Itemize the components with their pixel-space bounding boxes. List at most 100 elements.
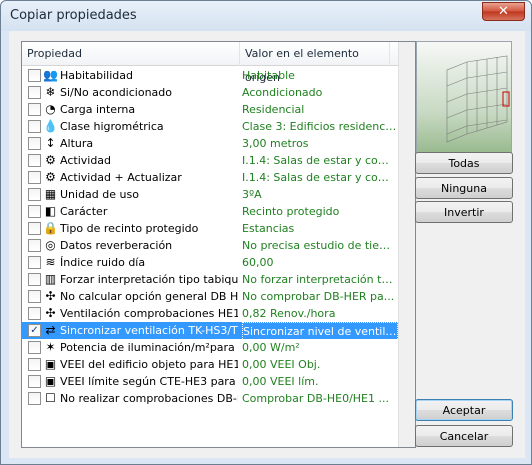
property-value: Estancias [242,222,295,235]
activity-icon: ⚙ [45,153,56,167]
property-value: Residencial [242,103,305,116]
row-checkbox[interactable] [28,290,41,303]
row-checkbox[interactable] [28,273,41,286]
vertical-scrollbar[interactable] [398,42,415,447]
list-item[interactable]: 👥 Habitabilidad Habitable [22,67,400,84]
row-checkbox[interactable] [28,103,41,116]
row-checkbox[interactable] [28,188,41,201]
partition-icon: ▥ [44,272,57,286]
property-label: No realizar comprobaciones DB-HE [60,392,238,405]
building-preview [416,41,512,162]
fan-icon: ✣ [45,289,56,303]
property-label: VEEI del edificio objeto para HE1 [60,358,238,371]
people-icon: 👥 [43,68,58,82]
property-label: Ventilación comprobaciones HE1 [60,307,238,320]
property-value: I.1.4: Salas de estar y com... [242,171,398,184]
list-item[interactable]: ✶ Potencia de iluminación/m²para HE1 0,00 … [22,339,400,356]
cancel-button[interactable]: Cancelar [415,425,513,447]
list-item[interactable]: ≋ Índice ruido día 60,00 [22,254,400,271]
close-button[interactable]: ✕ [482,2,525,21]
row-checkbox[interactable] [28,86,41,99]
property-value: 0,82 Renov./hora [242,307,336,320]
list-item[interactable]: ◔ Carga interna Residencial [22,101,400,118]
property-value: 0,00 W/m² [242,341,300,354]
list-item[interactable]: ⚙ Actividad I.1.4: Salas de estar y com... [22,152,400,169]
property-value: 3,00 metros [242,137,309,150]
property-value: Recinto protegido [242,205,340,218]
gauge-icon: ◔ [45,102,56,116]
window-title: Copiar propiedades [10,8,137,23]
list-item[interactable]: ▣ VEEI del edificio objeto para HE1 0,00 V… [22,356,400,373]
property-label: Clase higrométrica [60,120,164,133]
building-wireframe-icon [446,55,510,143]
cube-icon: ◧ [44,204,57,218]
row-checkbox[interactable] [28,307,41,320]
ventilation-icon: ✣ [45,306,56,320]
list-item[interactable]: 💧 Clase higrométrica Clase 3: Edificios re… [22,118,400,135]
row-checkbox[interactable] [28,375,41,388]
property-label: Si/No acondicionado [60,86,172,99]
list-rows: 👥 Habitabilidad Habitable ❄ Si/No acondicion… [22,67,400,407]
property-value: I.1.4: Salas de estar y com... [242,154,398,167]
row-checkbox[interactable] [28,392,41,405]
dialog-body: Propiedad Valor en el elemento origen 👥 H… [9,31,525,458]
row-checkbox[interactable] [28,154,41,167]
property-value: 0,00 VEEI lím. [242,375,319,388]
veei-icon: ▣ [44,357,57,371]
row-checkbox[interactable] [28,171,41,184]
property-value: No comprobar DB-HER pa... [242,290,395,303]
row-checkbox[interactable] [28,137,41,150]
property-label: Forzar interpretación tipo tabiquería [60,273,238,286]
veei-limit-icon: ▣ [44,374,57,388]
property-label: Sincronizar ventilación TK-HS3/TK-... [60,324,238,337]
list-item[interactable]: ✣ No calcular opción general DB HR No comp… [22,288,400,305]
hvac-icon: ❄ [45,85,56,99]
list-item[interactable]: ☐ No realizar comprobaciones DB-HE Comprob… [22,390,400,407]
column-header-value[interactable]: Valor en el elemento origen [240,42,390,84]
row-checkbox[interactable] [28,222,41,235]
property-label: Unidad de uso [60,188,139,201]
list-item[interactable]: ▦ Unidad de uso 3ºA [22,186,400,203]
row-checkbox[interactable] [28,69,41,82]
property-value: Clase 3: Edificios residenci... [242,120,398,133]
list-item[interactable]: 🔒 Tipo de recinto protegido Estancias [22,220,400,237]
property-label: Actividad [60,154,112,167]
list-item[interactable]: ❄ Si/No acondicionado Acondicionado [22,84,400,101]
row-checkbox[interactable] [28,358,41,371]
close-icon: ✕ [498,4,509,19]
row-checkbox[interactable] [28,120,41,133]
sync-icon: ⇄ [45,323,56,337]
property-value: 3ºA [242,188,262,201]
title-bar: Copiar propiedades ✕ [1,1,531,31]
list-item[interactable]: ✣ Ventilación comprobaciones HE1 0,82 Reno… [22,305,400,322]
list-item[interactable]: ◎ Datos reverberación No precisa estudio d… [22,237,400,254]
list-item[interactable]: ▥Forzar interpretación tipo tabiquería No… [22,271,400,288]
row-checkbox[interactable] [28,256,41,269]
property-value: Habitable [242,69,295,82]
drops-icon: 💧 [43,119,58,133]
list-item[interactable]: ▣VEEI límite según CTE-HE3 para HE1 0,00 … [22,373,400,390]
list-item[interactable]: ◧ Carácter Recinto protegido [22,203,400,220]
activity-update-icon: ⚙ [45,170,56,184]
property-label: VEEI límite según CTE-HE3 para HE1 [60,375,238,388]
row-checkbox[interactable]: ✓ [28,324,41,337]
accept-button[interactable]: Aceptar [415,399,513,421]
row-checkbox[interactable] [28,205,41,218]
property-label: Altura [60,137,94,150]
list-item[interactable]: ⚙ Actividad + Actualizar I.1.4: Salas de e… [22,169,400,186]
properties-list[interactable]: Propiedad Valor en el elemento origen 👥 H… [21,41,416,448]
select-all-button[interactable]: Todas [415,152,513,174]
column-header-property[interactable]: Propiedad [22,42,240,66]
invert-selection-button[interactable]: Invertir [415,201,513,223]
property-label: Carga interna [60,103,136,116]
row-checkbox[interactable] [28,239,41,252]
list-item[interactable]: ✓⇄Sincronizar ventilación TK-HS3/TK-...S… [22,322,400,341]
list-item[interactable]: ↕ Altura 3,00 metros [22,135,400,152]
property-label: Índice ruido día [60,256,146,269]
unit-icon: ▦ [44,187,57,201]
select-none-button[interactable]: Ninguna [415,177,513,199]
property-value: No precisa estudio de tiem... [242,239,398,252]
property-label: Carácter [60,205,108,218]
row-checkbox[interactable] [28,341,41,354]
property-value: No forzar interpretación ta... [242,273,398,286]
